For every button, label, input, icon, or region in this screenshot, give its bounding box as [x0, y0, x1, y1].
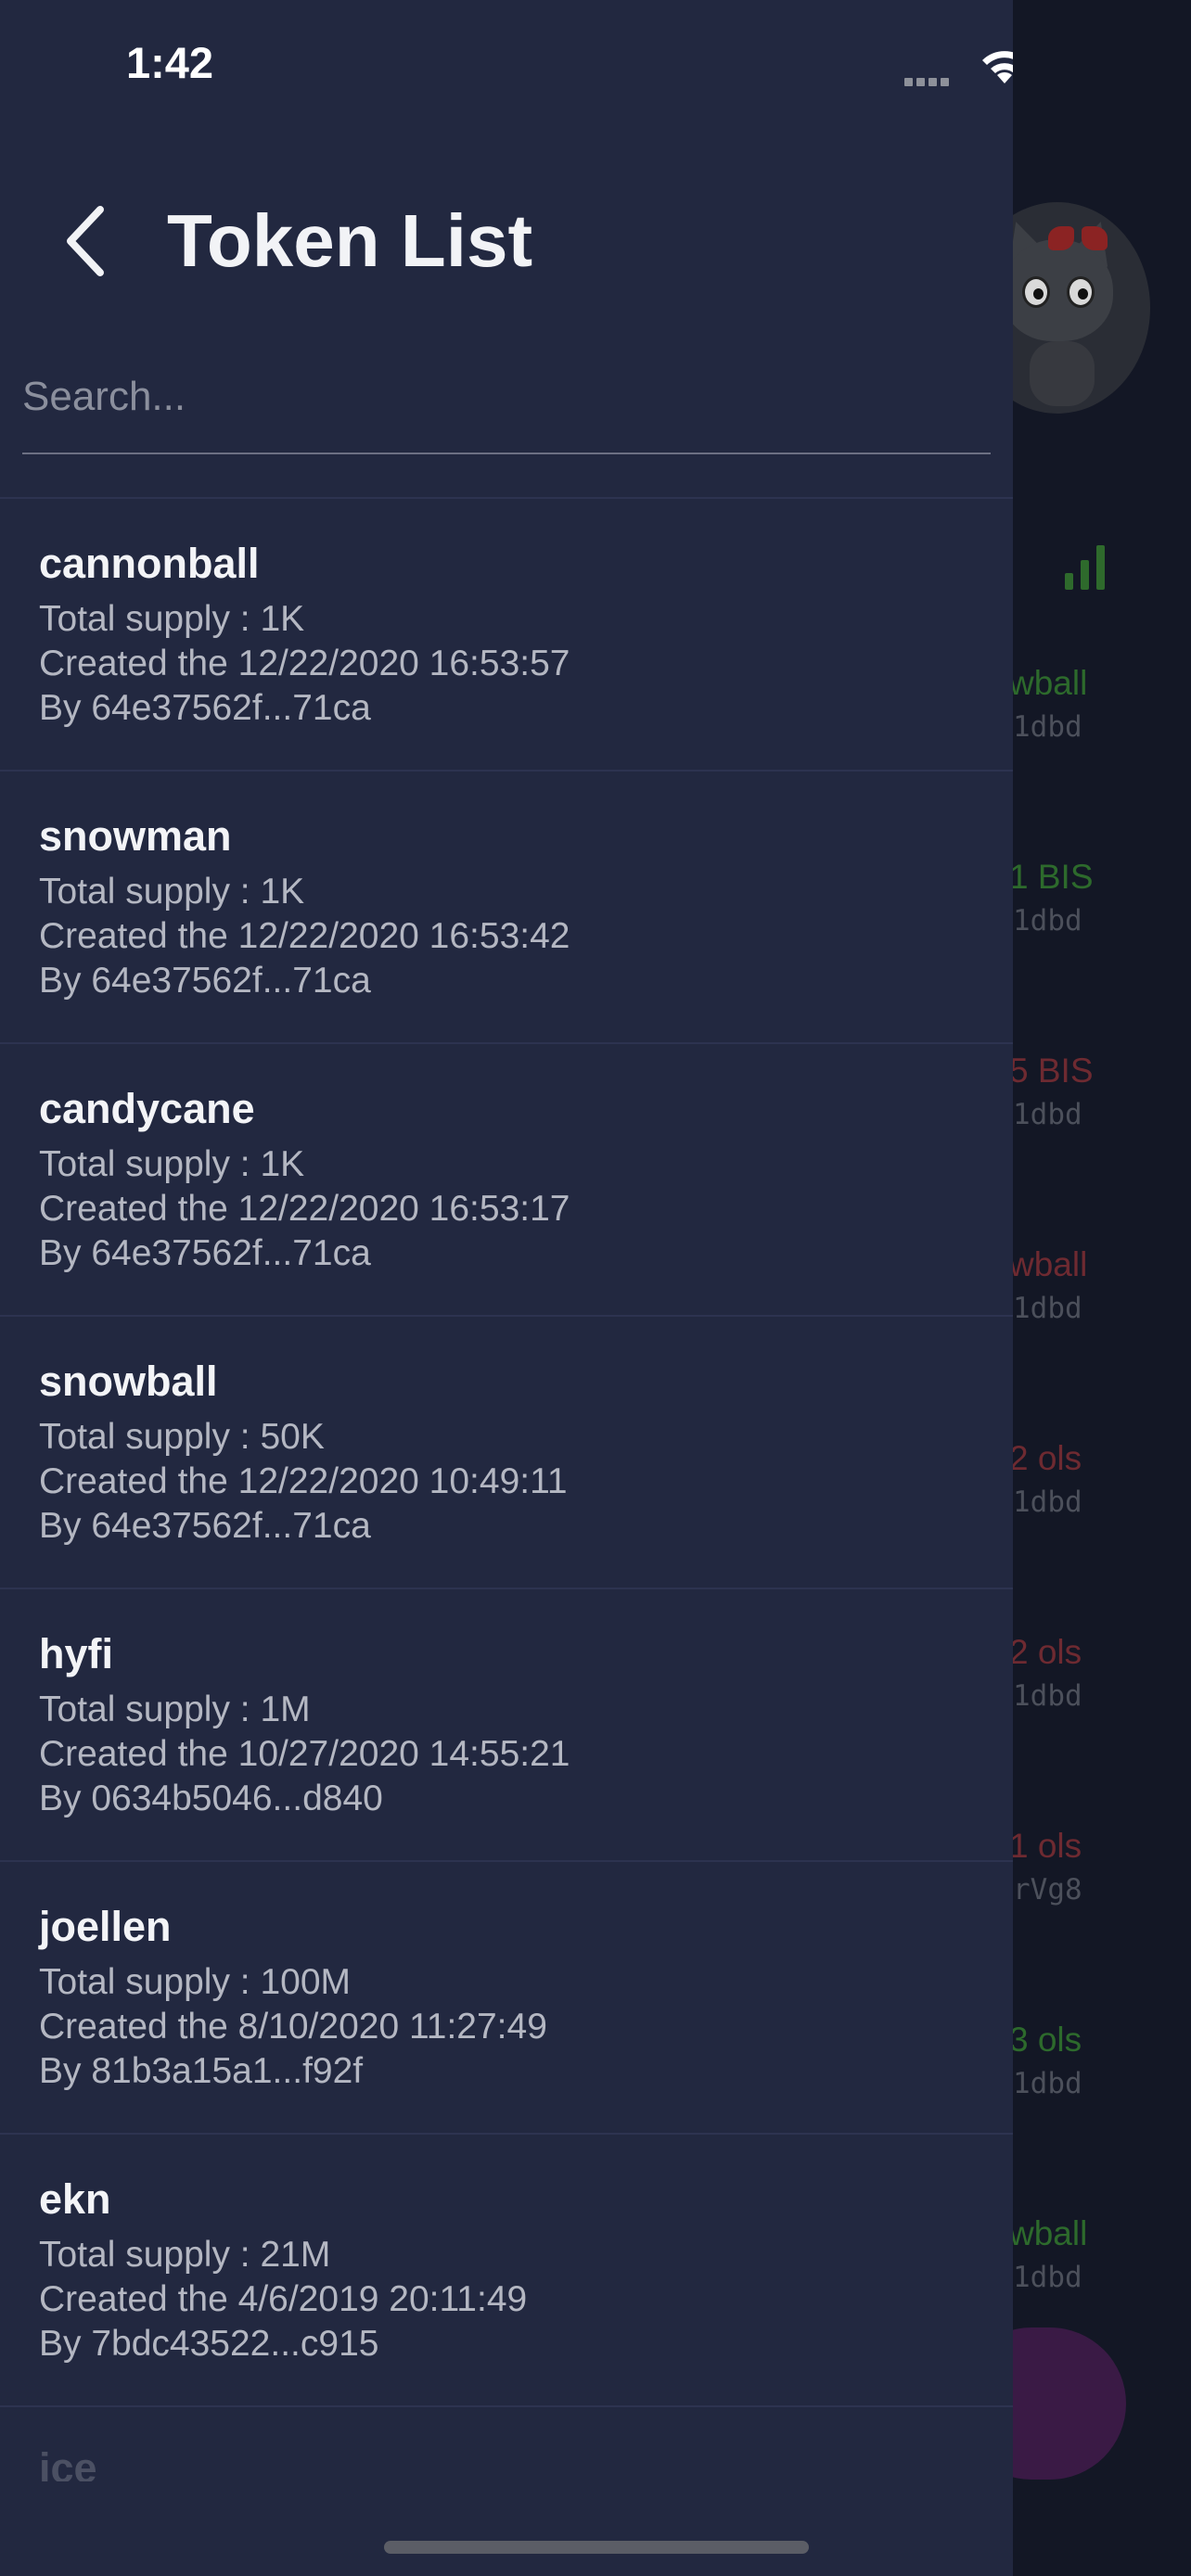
status-icons	[904, 45, 1013, 91]
status-bar: 1:42	[0, 0, 1013, 130]
token-created-date: Created the 12/22/2020 16:53:57	[39, 644, 570, 683]
token-creator: By 64e37562f...71ca	[39, 1233, 371, 1273]
token-creator: By 81b3a15a1...f92f	[39, 2051, 364, 2091]
token-name: candycane	[39, 1085, 255, 1132]
token-list-item[interactable]: candycane Total supply : 1K Created the …	[0, 1044, 1013, 1317]
transaction-amount: wball	[1009, 1245, 1088, 1283]
token-created-date: Created the 12/22/2020 16:53:42	[39, 916, 570, 956]
token-creator: By 0634b5046...d840	[39, 1779, 383, 1818]
token-total-supply: Total supply : 21M	[39, 2235, 331, 2275]
transaction-amount: 5 BIS	[1009, 1052, 1094, 1090]
cellular-icon	[904, 74, 953, 91]
transaction-amount: 1 BIS	[1009, 858, 1094, 896]
token-name: hyfi	[39, 1630, 114, 1677]
token-total-supply: Total supply : 50K	[39, 1417, 325, 1457]
token-created-date: Created the 8/10/2020 11:27:49	[39, 2007, 547, 2047]
chevron-left-icon	[67, 206, 104, 276]
token-total-supply: Total supply : 100M	[39, 1962, 352, 2002]
token-list-item[interactable]: cannonball Total supply : 1K Created the…	[0, 499, 1013, 772]
transaction-address: 1dbd	[1013, 2067, 1082, 2100]
wifi-icon	[982, 51, 1013, 83]
transaction-address: 1dbd	[1013, 1292, 1082, 1325]
token-list-item[interactable]: snowball Total supply : 50K Created the …	[0, 1317, 1013, 1589]
header: Token List	[0, 176, 1013, 306]
transaction-address: 1dbd	[1013, 1098, 1082, 1131]
token-total-supply: Total supply : 1K	[39, 1144, 305, 1184]
transaction-address: rVg8	[1013, 1873, 1082, 1906]
token-created-date: Created the 12/22/2020 16:53:17	[39, 1189, 570, 1229]
token-created-date: Created the 4/6/2019 20:11:49	[39, 2279, 528, 2319]
token-creator: By 7bdc43522...c915	[39, 2324, 379, 2364]
search-field	[22, 351, 991, 454]
transaction-amount: 3 ols	[1009, 2021, 1082, 2059]
token-name: ekn	[39, 2175, 111, 2223]
signal-bars-icon	[1065, 543, 1109, 590]
token-name: snowball	[39, 1358, 218, 1405]
transaction-address: 1dbd	[1013, 904, 1082, 937]
transaction-address: 1dbd	[1013, 710, 1082, 744]
token-list-item[interactable]: hyfi Total supply : 1M Created the 10/27…	[0, 1589, 1013, 1862]
transaction-amount: wball	[1009, 2214, 1088, 2252]
token-list-item[interactable]: joellen Total supply : 100M Created the …	[0, 1862, 1013, 2135]
token-total-supply: Total supply : 1M	[39, 1690, 311, 1729]
transaction-amount: 2 ols	[1009, 1633, 1082, 1671]
token-total-supply: Total supply : 1K	[39, 599, 305, 639]
token-list-item[interactable]: snowman Total supply : 1K Created the 12…	[0, 772, 1013, 1044]
transaction-address: 1dbd	[1013, 1486, 1082, 1519]
back-button[interactable]	[48, 195, 122, 287]
token-list: cannonball Total supply : 1K Created the…	[0, 497, 1013, 2407]
token-name-partial[interactable]: ice	[39, 2444, 97, 2481]
home-indicator[interactable]	[384, 2541, 809, 2554]
transaction-amount: 1 ols	[1009, 1827, 1082, 1865]
token-name: joellen	[39, 1903, 172, 1950]
transaction-address: 1dbd	[1013, 2261, 1082, 2294]
token-created-date: Created the 10/27/2020 14:55:21	[39, 1734, 570, 1774]
transaction-amount: 2 ols	[1009, 1439, 1082, 1477]
token-name: cannonball	[39, 540, 260, 587]
token-creator: By 64e37562f...71ca	[39, 688, 371, 728]
screen: wball 1dbd 1 BIS 1dbd 5 BIS 1dbd wball 1dbd 2 ol…	[0, 0, 1191, 2576]
token-list-item[interactable]: ekn Total supply : 21M Created the 4/6/2…	[0, 2135, 1013, 2407]
search-input[interactable]	[22, 351, 991, 443]
transaction-address: 1dbd	[1013, 1679, 1082, 1713]
token-list-drawer: 1:42 Token List Search... cannonball Tot…	[0, 0, 1013, 2576]
page-title: Token List	[167, 199, 533, 282]
token-creator: By 64e37562f...71ca	[39, 1506, 371, 1546]
token-total-supply: Total supply : 1K	[39, 872, 305, 912]
token-created-date: Created the 12/22/2020 10:49:11	[39, 1461, 568, 1501]
status-time: 1:42	[126, 38, 214, 87]
token-name: snowman	[39, 812, 232, 860]
transaction-amount: wball	[1009, 664, 1088, 702]
token-creator: By 64e37562f...71ca	[39, 961, 371, 1001]
